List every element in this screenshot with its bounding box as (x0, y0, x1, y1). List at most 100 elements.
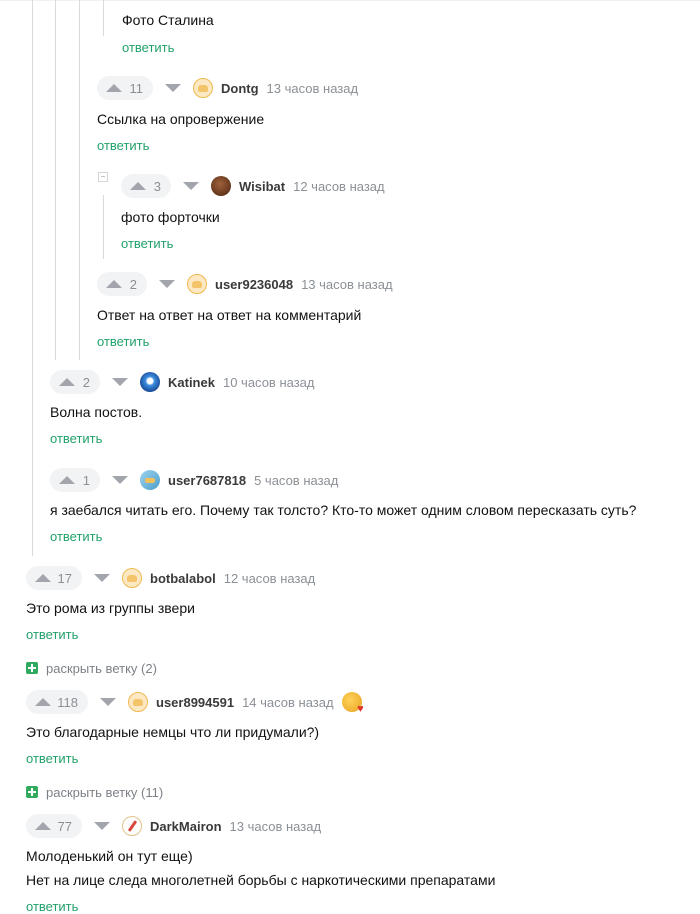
timestamp[interactable]: 10 часов назад (223, 375, 315, 390)
comment-text: Ответ на ответ на ответ на комментарий (97, 307, 362, 323)
upvote-button[interactable]: 11 (97, 76, 153, 100)
author-name[interactable]: user8994591 (156, 695, 234, 710)
thread-line (79, 0, 80, 360)
downvote-button[interactable] (90, 814, 114, 838)
upvote-button[interactable]: 77 (26, 814, 82, 838)
vote-controls: 77 (26, 814, 114, 838)
downvote-button[interactable] (161, 76, 185, 100)
reply-link[interactable]: ответить (26, 751, 78, 766)
comment-text-line: Нет на лице следа многолетней борьбы с н… (26, 872, 496, 888)
vote-controls: 11 (97, 76, 185, 100)
timestamp[interactable]: 14 часов назад (242, 695, 334, 710)
arrow-up-icon (35, 822, 51, 830)
downvote-button[interactable] (179, 174, 203, 198)
avatar[interactable] (193, 78, 213, 98)
vote-count: 118 (57, 694, 78, 710)
avatar[interactable] (122, 816, 142, 836)
reply-link[interactable]: ответить (50, 431, 102, 446)
comment-text: я заебался читать его. Почему так толсто… (50, 502, 637, 518)
reply-link[interactable]: ответить (97, 138, 149, 153)
expand-thread-label: раскрыть ветку (11) (46, 784, 164, 800)
timestamp[interactable]: 13 часов назад (267, 81, 359, 96)
comment-header: 77 DarkMairon 13 часов назад (26, 814, 321, 838)
reply-link[interactable]: ответить (26, 627, 78, 642)
reply-link[interactable]: ответить (122, 40, 174, 55)
timestamp[interactable]: 12 часов назад (293, 179, 385, 194)
upvote-button[interactable]: 3 (121, 174, 171, 198)
timestamp[interactable]: 13 часов назад (301, 277, 393, 292)
comment-header: 2 user9236048 13 часов назад (97, 272, 393, 296)
timestamp[interactable]: 5 часов назад (254, 473, 338, 488)
arrow-down-icon (94, 574, 110, 582)
arrow-up-icon (35, 698, 51, 706)
downvote-button[interactable] (155, 272, 179, 296)
arrow-down-icon (112, 476, 128, 484)
downvote-button[interactable] (90, 566, 114, 590)
author-name[interactable]: user7687818 (168, 473, 246, 488)
comment-text: Волна постов. (50, 404, 143, 420)
comment-header: 2 Katinek 10 часов назад (50, 370, 314, 394)
arrow-up-icon (130, 182, 146, 190)
vote-count: 3 (153, 178, 161, 194)
comment-header: 3 Wisibat 12 часов назад (121, 174, 385, 198)
author-name[interactable]: user9236048 (215, 277, 293, 292)
avatar[interactable] (140, 372, 160, 392)
author-name[interactable]: botbalabol (150, 571, 216, 586)
author-name[interactable]: Katinek (168, 375, 215, 390)
author-name[interactable]: Dontg (221, 81, 259, 96)
upvote-button[interactable]: 118 (26, 690, 88, 714)
avatar[interactable] (122, 568, 142, 588)
top-divider (0, 0, 700, 1)
arrow-up-icon (106, 280, 122, 288)
vote-controls: 17 (26, 566, 114, 590)
vote-count: 1 (82, 472, 90, 488)
vote-count: 2 (82, 374, 90, 390)
downvote-button[interactable] (96, 690, 120, 714)
author-name[interactable]: DarkMairon (150, 819, 222, 834)
reply-link[interactable]: ответить (50, 529, 102, 544)
timestamp[interactable]: 13 часов назад (230, 819, 322, 834)
collapse-icon[interactable] (98, 172, 108, 182)
arrow-up-icon (106, 84, 122, 92)
reply-link[interactable]: ответить (121, 236, 173, 251)
thread-line (55, 0, 56, 360)
vote-controls: 118 (26, 690, 120, 714)
avatar[interactable] (128, 692, 148, 712)
upvote-button[interactable]: 17 (26, 566, 82, 590)
plus-square-icon (26, 786, 38, 798)
thread-line (103, 0, 104, 36)
arrow-up-icon (35, 574, 51, 582)
comment-header: 118 user8994591 14 часов назад (26, 690, 364, 715)
timestamp[interactable]: 12 часов назад (224, 571, 316, 586)
expand-thread-label: раскрыть ветку (2) (46, 660, 157, 676)
upvote-button[interactable]: 2 (97, 272, 147, 296)
downvote-button[interactable] (108, 468, 132, 492)
arrow-up-icon (59, 378, 75, 386)
expand-thread-button[interactable]: раскрыть ветку (2) (26, 660, 157, 676)
vote-controls: 3 (121, 174, 203, 198)
award-badge-icon (341, 692, 364, 715)
vote-count: 77 (57, 818, 72, 834)
reply-link[interactable]: ответить (26, 899, 78, 914)
avatar[interactable] (140, 470, 160, 490)
comment-text: Ссылка на опровержение (97, 111, 265, 127)
plus-square-icon (26, 662, 38, 674)
vote-count: 17 (57, 570, 72, 586)
avatar[interactable] (211, 176, 231, 196)
vote-count: 11 (129, 80, 144, 96)
comment-text: Это благодарные немцы что ли придумали?) (26, 724, 320, 740)
comment-text: Это рома из группы звери (26, 600, 195, 616)
downvote-button[interactable] (108, 370, 132, 394)
author-name[interactable]: Wisibat (239, 179, 285, 194)
avatar[interactable] (187, 274, 207, 294)
comment-header: 11 Dontg 13 часов назад (97, 76, 358, 100)
arrow-down-icon (159, 280, 175, 288)
arrow-down-icon (112, 378, 128, 386)
expand-thread-button[interactable]: раскрыть ветку (11) (26, 784, 163, 800)
upvote-button[interactable]: 2 (50, 370, 100, 394)
upvote-button[interactable]: 1 (50, 468, 100, 492)
comment-text-line: Молоденький он тут еще) (26, 848, 193, 864)
reply-link[interactable]: ответить (97, 334, 149, 349)
vote-controls: 2 (50, 370, 132, 394)
arrow-down-icon (100, 698, 116, 706)
